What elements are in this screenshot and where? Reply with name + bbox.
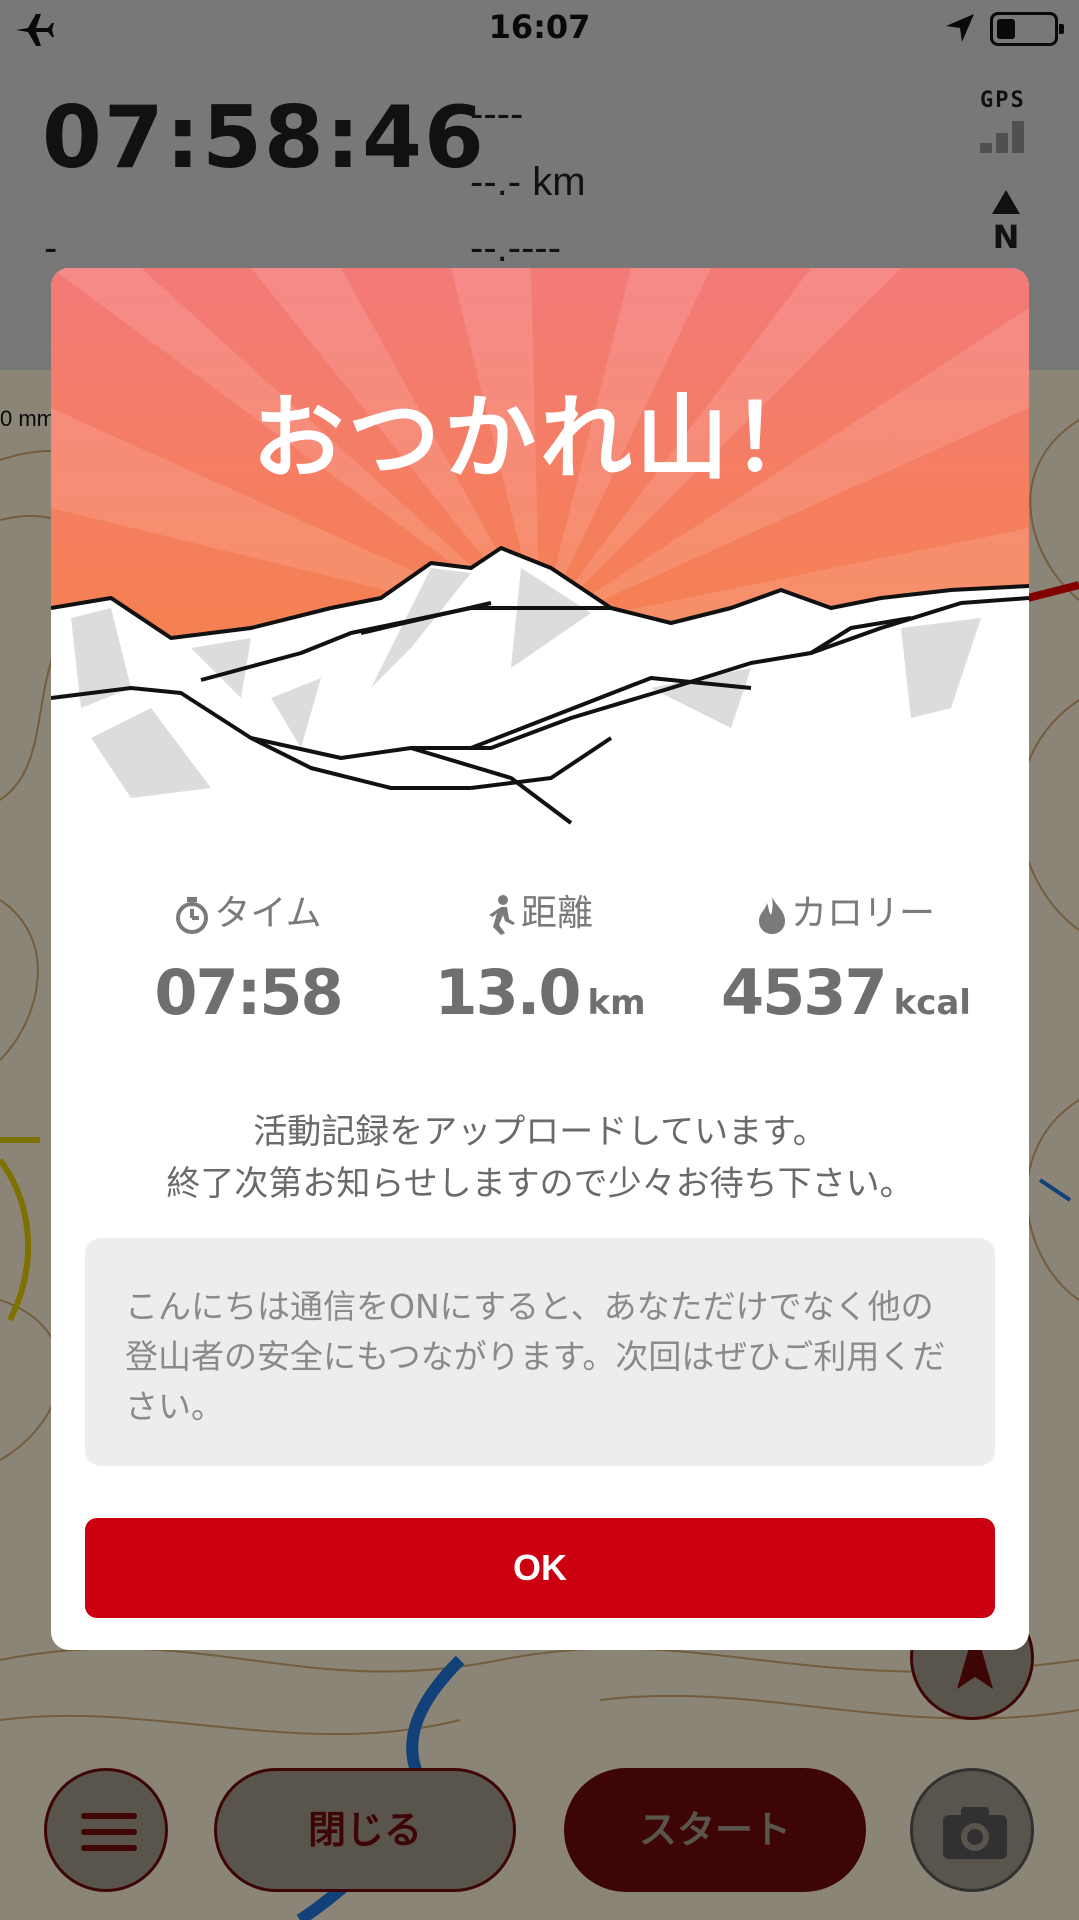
stat-calories-label: カロリー [790, 893, 935, 934]
stat-calories-unit: kcal [893, 983, 971, 1023]
upload-message-line2: 終了次第お知らせしますので少々お待ち下さい。 [166, 1164, 914, 1204]
stat-calories-value: 4537 [721, 956, 888, 1029]
stat-time: タイム 07:58 [85, 890, 411, 1029]
stats-row: タイム 07:58 距離 13.0 km カロリー 4537 kcal [51, 890, 1029, 1050]
stat-distance-unit: km [587, 983, 646, 1023]
completion-dialog: おつかれ山！ タイム 07:58 距離 13.0 km カロリー 4537 kc… [51, 268, 1029, 1650]
stat-time-label: タイム [214, 893, 322, 934]
upload-message: 活動記録をアップロードしています。 終了次第お知らせしますので少々お待ち下さい。 [51, 1106, 1029, 1210]
stat-distance-value: 13.0 [434, 956, 581, 1029]
dialog-title: おつかれ山！ [251, 385, 828, 492]
flame-icon [758, 897, 785, 934]
upload-message-line1: 活動記録をアップロードしています。 [253, 1112, 827, 1152]
stopwatch-icon [176, 897, 209, 934]
stat-distance: 距離 13.0 km [377, 890, 703, 1029]
stat-distance-label: 距離 [520, 893, 593, 934]
ok-button[interactable]: OK [85, 1518, 995, 1618]
mountain-banner-illustration [51, 268, 1029, 828]
stat-time-value: 07:58 [154, 956, 343, 1029]
stat-calories: カロリー 4537 kcal [683, 890, 1009, 1029]
network-notice: こんにちは通信をONにすると、あなただけでなく他の登山者の安全にもつながります。… [85, 1238, 995, 1466]
walking-person-icon [488, 895, 515, 935]
